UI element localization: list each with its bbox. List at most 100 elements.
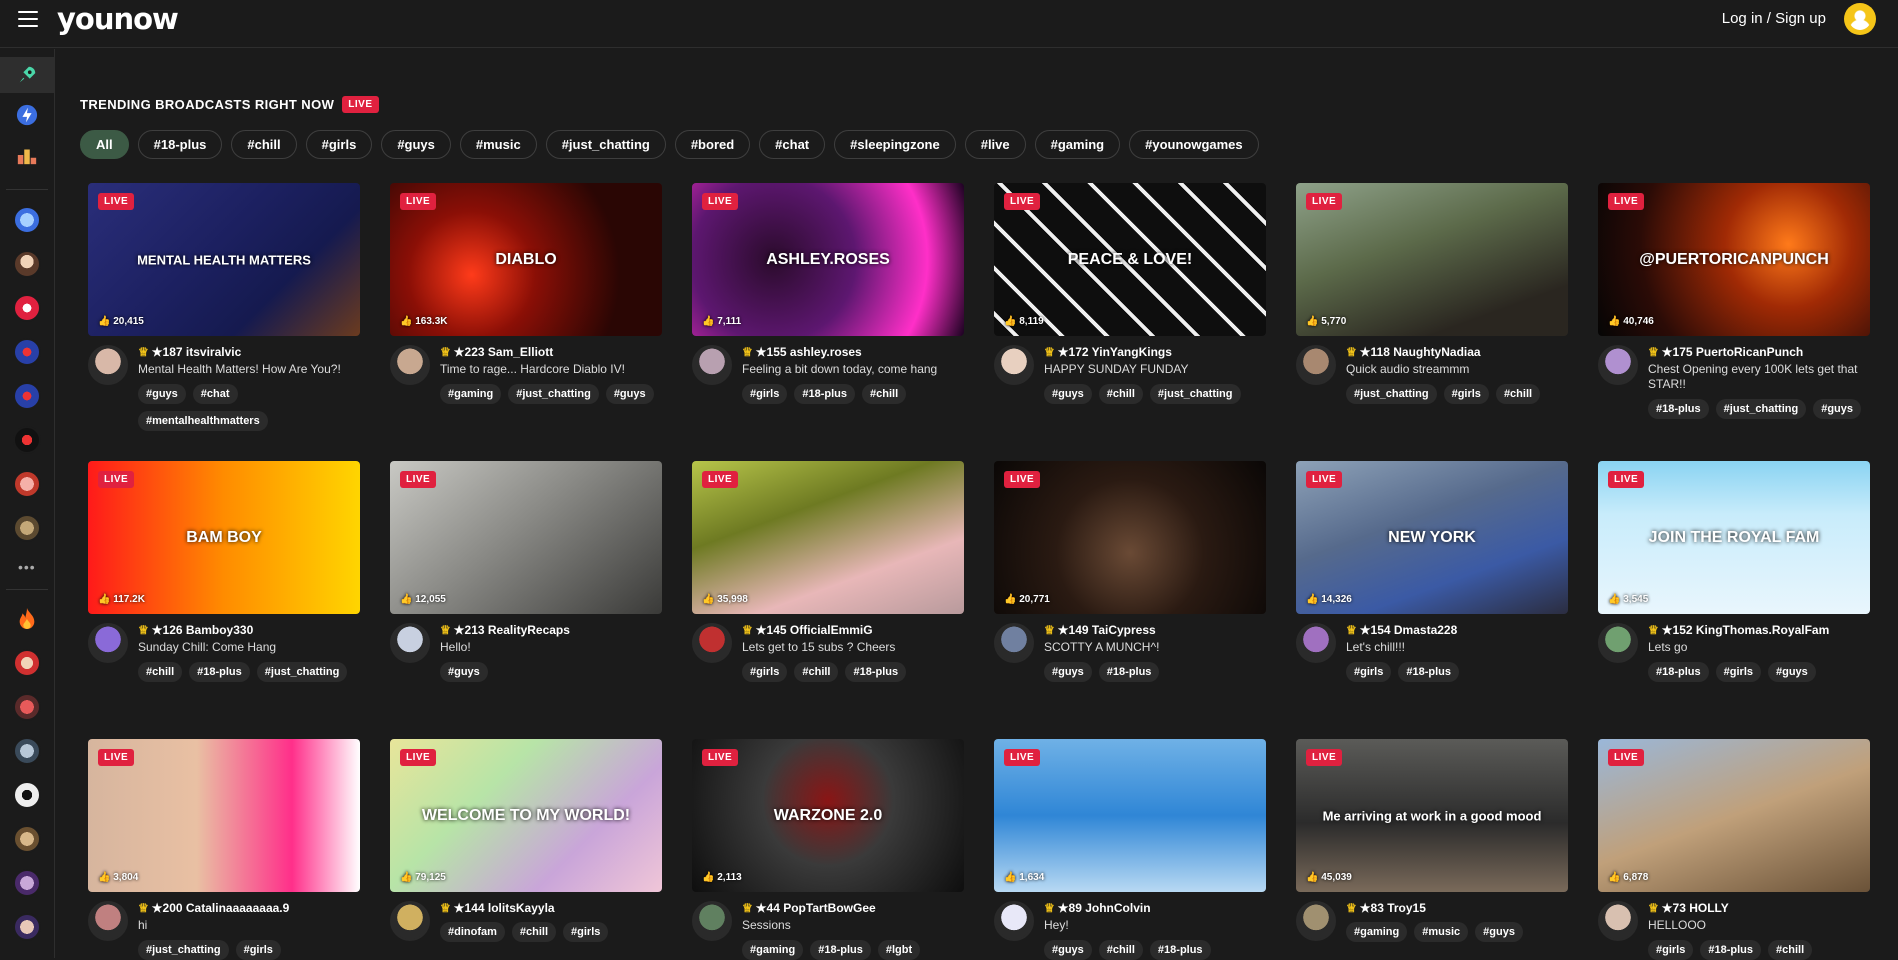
broadcast-thumbnail[interactable]: LIVE 👍 5,770	[1296, 183, 1568, 336]
broadcaster-name[interactable]: ♕ ★223 Sam_Elliott	[440, 345, 662, 359]
sidebar-featured-avatar[interactable]	[13, 338, 41, 366]
broadcast-tag[interactable]: #18-plus	[189, 662, 250, 682]
broadcast-card[interactable]: LIVE MENTAL HEALTH MATTERS 👍 20,415 ♕ ★18…	[88, 183, 360, 461]
broadcast-card[interactable]: LIVE 👍 5,770 ♕ ★118 NaughtyNadiaa Quick a…	[1296, 183, 1568, 461]
broadcast-tag[interactable]: #chill	[1768, 940, 1813, 960]
filter-chip[interactable]: #sleepingzone	[834, 130, 956, 159]
broadcast-card[interactable]: LIVE DIABLO 👍 163.3K ♕ ★223 Sam_Elliott T…	[390, 183, 662, 461]
broadcast-tag[interactable]: #music	[1414, 922, 1469, 942]
broadcast-tag[interactable]: #guys	[1813, 399, 1862, 419]
broadcast-card[interactable]: LIVE JOIN THE ROYAL FAM 👍 3,545 ♕ ★152 Ki…	[1598, 461, 1870, 739]
broadcast-tag[interactable]: #18-plus	[845, 662, 907, 682]
sidebar-featured-avatar[interactable]	[13, 382, 41, 410]
broadcast-tag[interactable]: #guys	[1044, 940, 1092, 960]
broadcast-tag[interactable]: #18-plus	[1648, 399, 1709, 419]
sidebar-trending-avatar[interactable]	[13, 649, 41, 677]
broadcaster-avatar[interactable]	[692, 345, 732, 385]
broadcast-tag[interactable]: #gaming	[1346, 922, 1408, 942]
broadcaster-avatar[interactable]	[88, 623, 128, 663]
broadcast-tag[interactable]: #chill	[138, 662, 183, 682]
broadcast-tag[interactable]: #just_chatting	[508, 384, 599, 404]
filter-chip[interactable]: #chat	[759, 130, 826, 159]
broadcast-card[interactable]: LIVE 👍 3,804 ♕ ★200 Catalinaaaaaaaa.9 hi …	[88, 739, 360, 960]
broadcast-card[interactable]: LIVE 👍 20,771 ♕ ★149 TaiCypress SCOTTY A …	[994, 461, 1266, 739]
broadcast-thumbnail[interactable]: LIVE MENTAL HEALTH MATTERS 👍 20,415	[88, 183, 360, 336]
broadcaster-avatar[interactable]	[994, 345, 1034, 385]
broadcaster-avatar[interactable]	[692, 623, 732, 663]
broadcast-tag[interactable]: #just_chatting	[138, 940, 229, 960]
broadcast-tag[interactable]: #chill	[511, 922, 557, 942]
broadcast-card[interactable]: LIVE @PUERTORICANPUNCH 👍 40,746 ♕ ★175 Pu…	[1598, 183, 1870, 461]
filter-chip[interactable]: #live	[964, 130, 1026, 159]
broadcaster-avatar[interactable]	[390, 345, 430, 385]
broadcaster-name[interactable]: ♕ ★187 itsviralvic	[138, 345, 360, 359]
broadcast-tag[interactable]: #guys	[440, 662, 488, 682]
broadcast-tag[interactable]: #guys	[1475, 922, 1523, 942]
broadcast-thumbnail[interactable]: LIVE ASHLEY.ROSES 👍 7,111	[692, 183, 964, 336]
broadcaster-avatar[interactable]	[88, 345, 128, 385]
broadcaster-name[interactable]: ♕ ★154 Dmasta228	[1346, 623, 1568, 637]
broadcaster-name[interactable]: ♕ ★172 YinYangKings	[1044, 345, 1266, 359]
broadcast-card[interactable]: LIVE 👍 35,998 ♕ ★145 OfficialEmmiG Lets g…	[692, 461, 964, 739]
broadcast-thumbnail[interactable]: LIVE @PUERTORICANPUNCH 👍 40,746	[1598, 183, 1870, 336]
sidebar-featured-avatar[interactable]	[13, 294, 41, 322]
broadcaster-avatar[interactable]	[1598, 901, 1638, 941]
sidebar-trending-avatar[interactable]	[13, 913, 41, 941]
rocket-icon[interactable]	[13, 61, 41, 89]
filter-chip[interactable]: #gaming	[1034, 130, 1121, 159]
broadcaster-avatar[interactable]	[390, 901, 430, 941]
sidebar-featured-avatar[interactable]	[13, 514, 41, 542]
broadcaster-avatar[interactable]	[1296, 623, 1336, 663]
broadcaster-avatar[interactable]	[88, 901, 128, 941]
broadcast-tag[interactable]: #chill	[1098, 384, 1143, 404]
login-signup-link[interactable]: Log in / Sign up	[1722, 10, 1826, 27]
broadcast-tag[interactable]: #girls	[1648, 940, 1694, 960]
broadcaster-name[interactable]: ♕ ★89 JohnColvin	[1044, 901, 1266, 915]
broadcast-tag[interactable]: #lgbt	[877, 940, 921, 960]
broadcast-thumbnail[interactable]: LIVE WARZONE 2.0 👍 2,113	[692, 739, 964, 892]
broadcast-tag[interactable]: #chill	[794, 662, 839, 682]
broadcast-thumbnail[interactable]: LIVE WELCOME TO MY WORLD! 👍 79,125	[390, 739, 662, 892]
broadcast-card[interactable]: LIVE 👍 1,634 ♕ ★89 JohnColvin Hey! #guys #…	[994, 739, 1266, 960]
broadcaster-avatar[interactable]	[692, 901, 732, 941]
younow-logo[interactable]: younow	[57, 2, 179, 36]
broadcaster-avatar[interactable]	[1598, 623, 1638, 663]
broadcast-thumbnail[interactable]: LIVE Me arriving at work in a good mood …	[1296, 739, 1568, 892]
broadcaster-avatar[interactable]	[994, 623, 1034, 663]
filter-chip[interactable]: #bored	[674, 130, 751, 159]
sidebar-featured-avatar[interactable]	[13, 206, 41, 234]
broadcast-tag[interactable]: #gaming	[440, 384, 502, 404]
broadcaster-name[interactable]: ♕ ★144 lolitsKayyla	[440, 901, 662, 915]
broadcaster-name[interactable]: ♕ ★83 Troy15	[1346, 901, 1568, 915]
broadcaster-name[interactable]: ♕ ★175 PuertoRicanPunch	[1648, 345, 1870, 359]
broadcaster-name[interactable]: ♕ ★213 RealityRecaps	[440, 623, 662, 637]
broadcast-tag[interactable]: #18-plus	[1398, 662, 1459, 682]
filter-chip[interactable]: All	[80, 130, 129, 159]
broadcast-tag[interactable]: #guys	[1768, 662, 1816, 682]
broadcast-tag[interactable]: #18-plus	[794, 384, 855, 404]
broadcast-thumbnail[interactable]: LIVE NEW YORK 👍 14,326	[1296, 461, 1568, 614]
sidebar-trending-avatar[interactable]	[13, 693, 41, 721]
broadcast-thumbnail[interactable]: LIVE DIABLO 👍 163.3K	[390, 183, 662, 336]
broadcast-card[interactable]: LIVE PEACE & LOVE! 👍 8,119 ♕ ★172 YinYang…	[994, 183, 1266, 461]
lightning-icon[interactable]	[13, 101, 41, 129]
user-avatar-icon[interactable]	[1844, 3, 1876, 35]
broadcast-tag[interactable]: #18-plus	[1648, 662, 1709, 682]
broadcast-thumbnail[interactable]: LIVE 👍 1,634	[994, 739, 1266, 892]
broadcast-thumbnail[interactable]: LIVE 👍 3,804	[88, 739, 360, 892]
sidebar-featured-avatar[interactable]	[13, 250, 41, 278]
hamburger-menu-icon[interactable]	[18, 9, 38, 29]
broadcaster-name[interactable]: ♕ ★200 Catalinaaaaaaaa.9	[138, 901, 360, 915]
broadcast-tag[interactable]: #18-plus	[1700, 940, 1761, 960]
broadcast-tag[interactable]: #18-plus	[1149, 940, 1211, 960]
broadcaster-name[interactable]: ♕ ★152 KingThomas.RoyalFam	[1648, 623, 1870, 637]
broadcast-card[interactable]: LIVE WELCOME TO MY WORLD! 👍 79,125 ♕ ★144…	[390, 739, 662, 959]
broadcast-tag[interactable]: #18-plus	[810, 940, 871, 960]
filter-chip[interactable]: #chill	[231, 130, 297, 159]
broadcast-tag[interactable]: #just_chatting	[1346, 384, 1437, 404]
broadcast-thumbnail[interactable]: LIVE 👍 6,878	[1598, 739, 1870, 892]
sidebar-trending-avatar[interactable]	[13, 825, 41, 853]
broadcaster-avatar[interactable]	[1296, 901, 1336, 941]
sidebar-featured-avatar[interactable]	[13, 470, 41, 498]
flame-icon[interactable]	[13, 604, 41, 632]
